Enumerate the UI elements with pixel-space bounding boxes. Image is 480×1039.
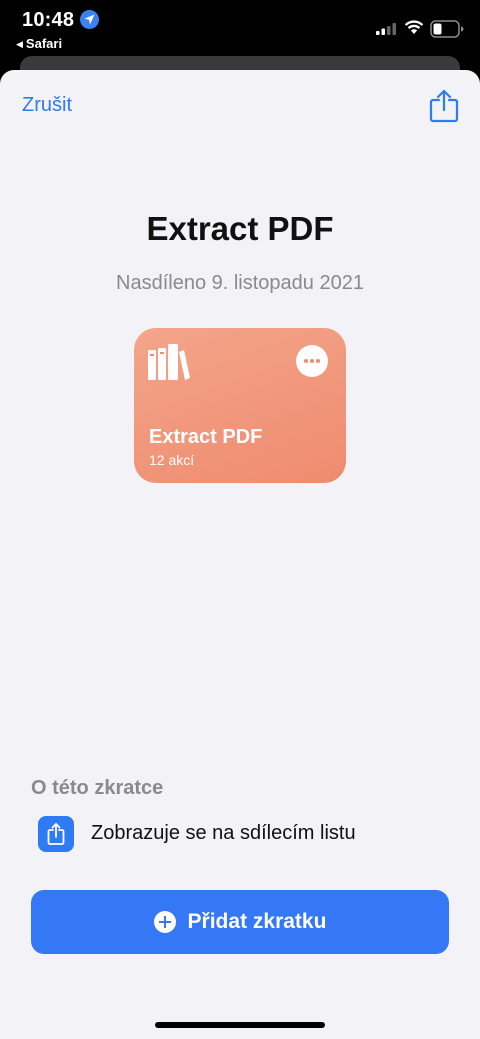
about-item: Zobrazuje se na sdílecím listu	[38, 816, 458, 852]
home-indicator[interactable]	[155, 1022, 325, 1028]
add-shortcut-button[interactable]: Přidat zkratku	[31, 890, 449, 954]
books-icon	[148, 344, 190, 380]
more-dot	[316, 359, 320, 363]
share-icon[interactable]	[428, 88, 460, 124]
about-item-text: Zobrazuje se na sdílecím listu	[91, 822, 356, 844]
status-time: 10:48	[22, 9, 75, 31]
status-bar: 10:48 ◀ Safari	[0, 0, 480, 60]
more-dot	[304, 359, 308, 363]
wifi-icon	[404, 20, 424, 34]
add-shortcut-label: Přidat zkratku	[187, 910, 327, 933]
about-heading: O této zkratce	[31, 777, 164, 799]
card-title: Extract PDF	[149, 426, 263, 448]
location-icon	[80, 10, 99, 29]
cancel-button[interactable]: Zrušit	[22, 94, 72, 117]
card-action-count: 12 akcí	[149, 452, 195, 468]
back-to-app-link[interactable]: ◀ Safari	[16, 36, 62, 51]
back-app-label: Safari	[25, 36, 63, 51]
shared-date: Nasdíleno 9. listopadu 2021	[116, 272, 364, 294]
share-sheet-icon	[38, 816, 74, 852]
shortcut-sheet: Zrušit Extract PDF Nasdíleno 9. listopad…	[0, 70, 480, 1039]
battery-icon	[430, 20, 464, 38]
back-triangle-icon: ◀	[16, 39, 23, 49]
signal-icon	[376, 23, 396, 35]
shortcut-title: Extract PDF	[146, 210, 334, 247]
more-dot	[310, 359, 314, 363]
more-options-button[interactable]	[296, 345, 328, 377]
plus-circle-icon	[153, 911, 176, 933]
shortcut-card[interactable]: Extract PDF 12 akcí	[134, 328, 346, 483]
